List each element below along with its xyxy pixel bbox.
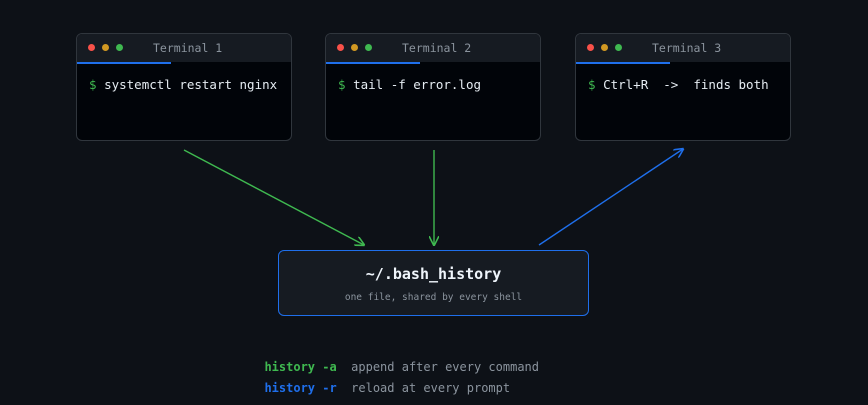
legend-command-reload: history -r <box>264 381 337 395</box>
history-file-subtitle: one file, shared by every shell <box>344 292 523 303</box>
bash-history-file-box: ~/.bash_history one file, shared by ever… <box>278 250 589 316</box>
flow-arrows <box>183 0 868 405</box>
history-file-title: ~/.bash_history <box>365 265 502 283</box>
append-arrow-terminal-1 <box>183 149 364 245</box>
reload-arrow-terminal-3 <box>538 149 683 246</box>
legend-description-reload: reload at every prompt <box>351 381 511 395</box>
legend-row-reload: history -r reload at every prompt <box>250 367 510 395</box>
